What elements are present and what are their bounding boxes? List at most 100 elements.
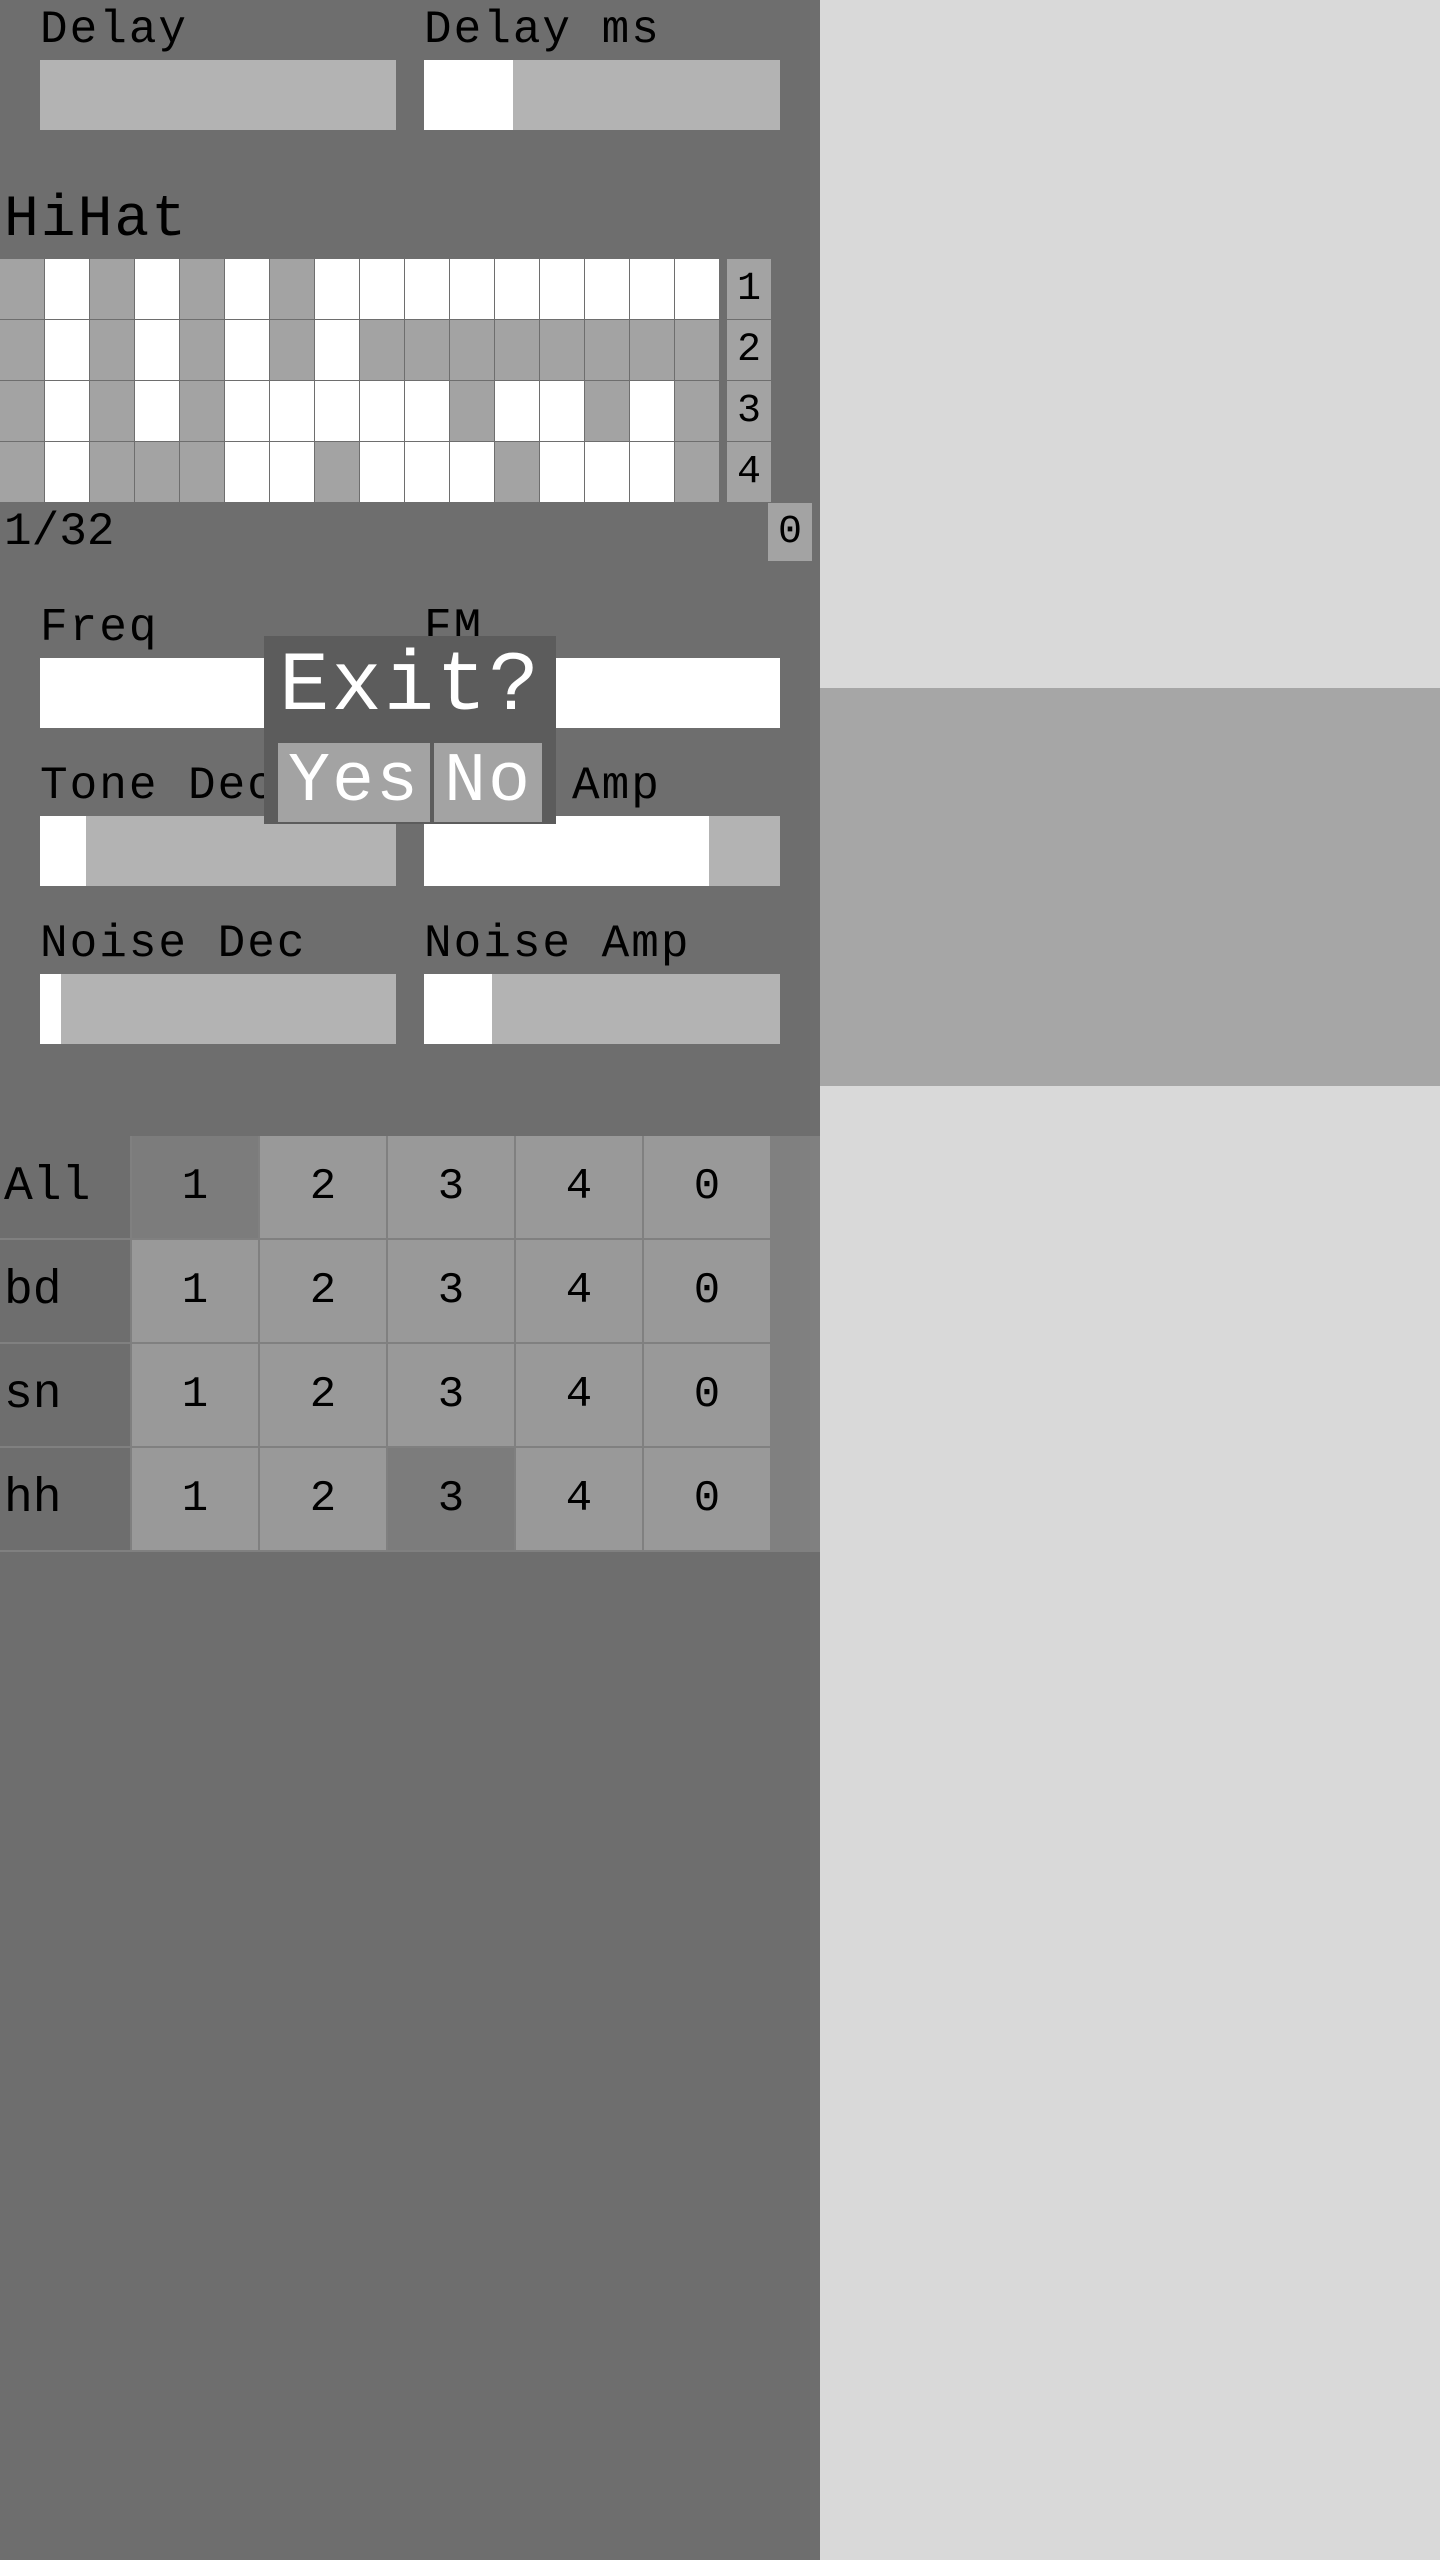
step-cell[interactable]	[585, 442, 629, 502]
exit-modal-title: Exit?	[271, 636, 549, 743]
pattern-cell[interactable]: 3	[388, 1344, 514, 1446]
pattern-cell[interactable]: 3	[388, 1448, 514, 1550]
step-cell[interactable]	[315, 381, 359, 441]
pattern-cell[interactable]: 3	[388, 1240, 514, 1342]
step-cell[interactable]	[360, 381, 404, 441]
step-cell[interactable]	[0, 259, 44, 319]
step-cell[interactable]	[315, 320, 359, 380]
step-cell[interactable]	[270, 381, 314, 441]
step-cell[interactable]	[135, 442, 179, 502]
step-cell[interactable]	[675, 320, 719, 380]
step-cell[interactable]	[225, 442, 269, 502]
step-row-tag[interactable]: 4	[727, 442, 771, 502]
step-cell[interactable]	[450, 442, 494, 502]
step-cell[interactable]	[495, 320, 539, 380]
step-cell[interactable]	[630, 259, 674, 319]
pattern-cell[interactable]: 4	[516, 1448, 642, 1550]
pattern-cell[interactable]: 1	[132, 1448, 258, 1550]
step-cell[interactable]	[405, 442, 449, 502]
step-cell[interactable]	[45, 320, 89, 380]
no-button[interactable]: No	[434, 743, 542, 822]
step-cell[interactable]	[135, 320, 179, 380]
step-cell[interactable]	[495, 442, 539, 502]
scrollbar-track[interactable]	[820, 0, 1440, 2560]
step-cell[interactable]	[90, 381, 134, 441]
pattern-cell[interactable]: 1	[132, 1136, 258, 1238]
step-cell[interactable]	[225, 320, 269, 380]
step-cell[interactable]	[450, 381, 494, 441]
step-cell[interactable]	[360, 320, 404, 380]
pattern-cell[interactable]: 0	[644, 1136, 770, 1238]
step-cell[interactable]	[675, 259, 719, 319]
step-cell[interactable]	[585, 320, 629, 380]
step-cell[interactable]	[45, 259, 89, 319]
step-cell[interactable]	[0, 320, 44, 380]
step-cell[interactable]	[585, 381, 629, 441]
step-cell[interactable]	[495, 259, 539, 319]
step-row-tag[interactable]: 2	[727, 320, 771, 380]
pattern-cell[interactable]: 2	[260, 1448, 386, 1550]
step-cell[interactable]	[180, 259, 224, 319]
step-cell[interactable]	[540, 442, 584, 502]
step-cell[interactable]	[630, 442, 674, 502]
step-cell[interactable]	[270, 442, 314, 502]
pattern-cell[interactable]: 2	[260, 1136, 386, 1238]
step-cell[interactable]	[0, 381, 44, 441]
step-cell[interactable]	[360, 259, 404, 319]
step-cell[interactable]	[315, 442, 359, 502]
step-row-tag[interactable]: 3	[727, 381, 771, 441]
pattern-cell[interactable]: 1	[132, 1240, 258, 1342]
scrollbar-thumb[interactable]	[820, 688, 1440, 1086]
step-cell[interactable]	[540, 381, 584, 441]
step-cell[interactable]	[225, 381, 269, 441]
step-cell[interactable]	[135, 259, 179, 319]
step-cell[interactable]	[630, 320, 674, 380]
tone-dec-slider[interactable]	[40, 816, 396, 886]
subdivision-tag[interactable]: 0	[768, 503, 812, 561]
step-cell[interactable]	[405, 259, 449, 319]
step-cell[interactable]	[45, 381, 89, 441]
step-cell[interactable]	[450, 320, 494, 380]
pattern-cell[interactable]: 2	[260, 1344, 386, 1446]
pattern-cell[interactable]: 0	[644, 1344, 770, 1446]
pattern-cell[interactable]: 4	[516, 1344, 642, 1446]
step-cell[interactable]	[135, 381, 179, 441]
noise-dec-slider[interactable]	[40, 974, 396, 1044]
tone-amp-slider[interactable]	[424, 816, 780, 886]
pattern-cell[interactable]: 4	[516, 1136, 642, 1238]
step-cell[interactable]	[90, 442, 134, 502]
step-cell[interactable]	[450, 259, 494, 319]
pattern-cell[interactable]: 4	[516, 1240, 642, 1342]
step-cell[interactable]	[675, 381, 719, 441]
delay-slider[interactable]	[40, 60, 396, 130]
step-cell[interactable]	[0, 442, 44, 502]
step-cell[interactable]	[180, 381, 224, 441]
yes-button[interactable]: Yes	[278, 743, 430, 822]
step-cell[interactable]	[405, 320, 449, 380]
step-cell[interactable]	[495, 381, 539, 441]
pattern-cell[interactable]: 1	[132, 1344, 258, 1446]
step-cell[interactable]	[270, 320, 314, 380]
step-cell[interactable]	[90, 259, 134, 319]
step-cell[interactable]	[585, 259, 629, 319]
step-cell[interactable]	[270, 259, 314, 319]
step-cell[interactable]	[360, 442, 404, 502]
step-cell[interactable]	[90, 320, 134, 380]
step-cell[interactable]	[675, 442, 719, 502]
step-cell[interactable]	[225, 259, 269, 319]
delay-ms-slider[interactable]	[424, 60, 780, 130]
step-cell[interactable]	[315, 259, 359, 319]
pattern-cell[interactable]: 2	[260, 1240, 386, 1342]
step-cell[interactable]	[540, 320, 584, 380]
pattern-cell[interactable]: 0	[644, 1448, 770, 1550]
step-cell[interactable]	[180, 442, 224, 502]
step-row-tag[interactable]: 1	[727, 259, 771, 319]
pattern-cell[interactable]: 3	[388, 1136, 514, 1238]
noise-amp-slider[interactable]	[424, 974, 780, 1044]
step-cell[interactable]	[180, 320, 224, 380]
step-cell[interactable]	[405, 381, 449, 441]
step-cell[interactable]	[630, 381, 674, 441]
pattern-cell[interactable]: 0	[644, 1240, 770, 1342]
step-cell[interactable]	[540, 259, 584, 319]
step-cell[interactable]	[45, 442, 89, 502]
